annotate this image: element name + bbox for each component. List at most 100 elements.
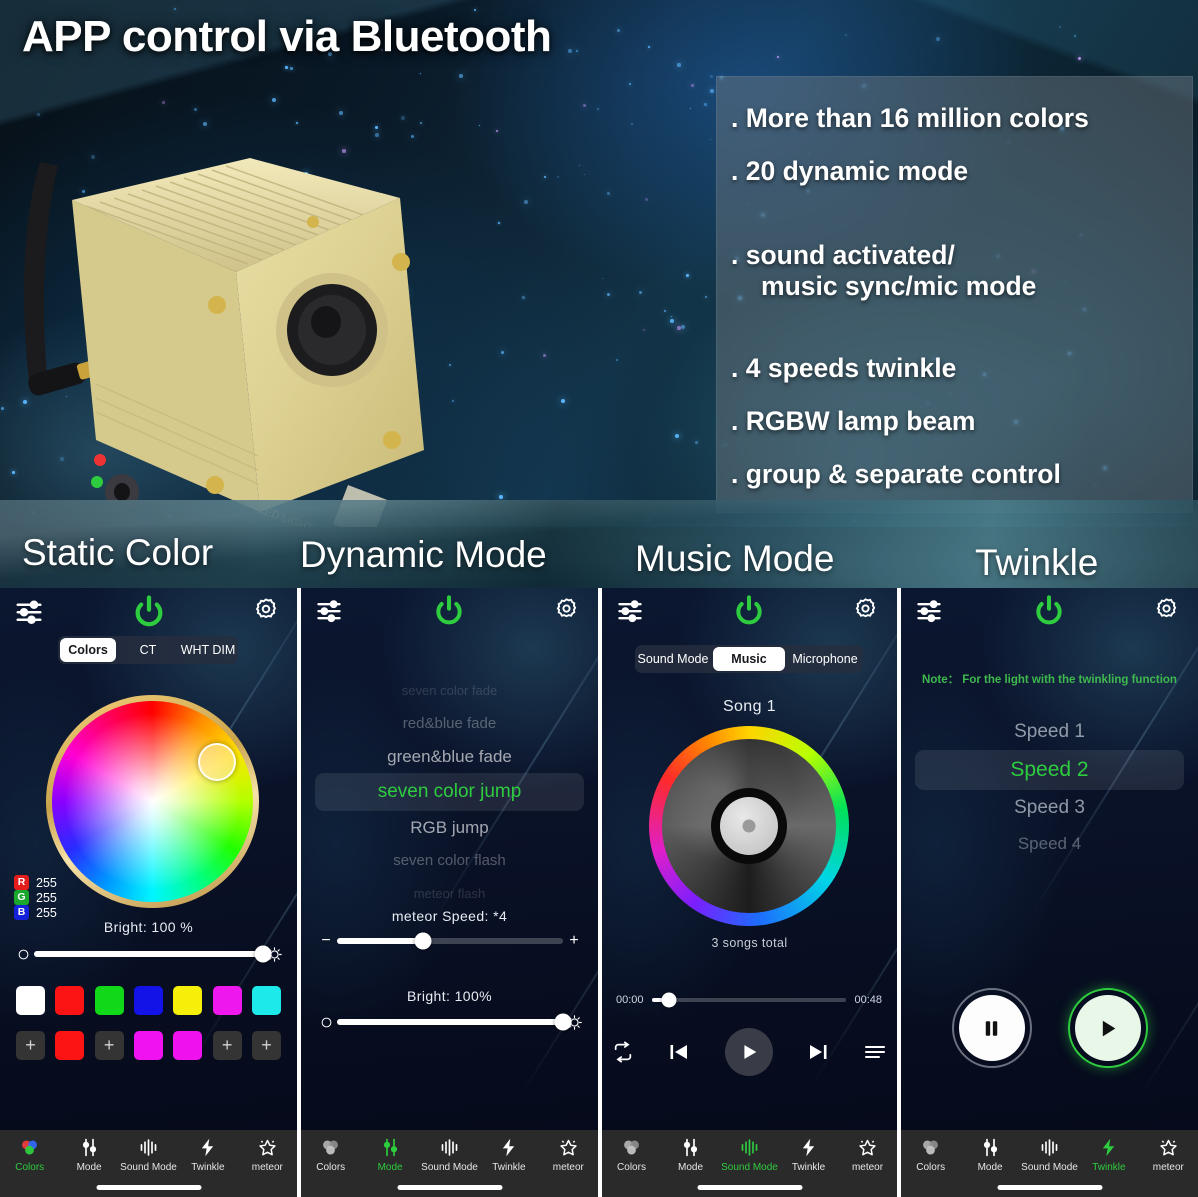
twinkle-speed-item[interactable]: Speed 1 [915, 714, 1184, 750]
minus-icon[interactable]: − [315, 930, 337, 952]
gear-icon[interactable] [1154, 596, 1184, 626]
power-icon[interactable] [132, 594, 166, 628]
nav-item-meteor[interactable]: meteor [1139, 1130, 1198, 1182]
twinkle-speed-item[interactable]: Speed 3 [915, 790, 1184, 826]
playback-progress[interactable]: 00:00 00:48 [616, 994, 882, 1006]
nav-item-mode[interactable]: Mode [59, 1130, 118, 1182]
nav-item-twinkle[interactable]: Twinkle [479, 1130, 538, 1182]
brightness-slider[interactable] [315, 1011, 585, 1033]
color-wheel-gradient[interactable] [52, 701, 253, 902]
dynamic-mode-item[interactable]: meteor flash [315, 877, 584, 910]
nav-item-mode[interactable]: Mode [960, 1130, 1019, 1182]
color-swatch[interactable] [173, 1031, 202, 1060]
bottom-nav-bar[interactable]: Colors Mode Sound Mode Twinkle meteor [602, 1130, 897, 1197]
tab-wht-dim[interactable]: WHT DIM [180, 638, 236, 662]
twinkle-speed-list[interactable]: Speed 1 Speed 2 Speed 3 Speed 4 [915, 714, 1184, 862]
nav-item-colors[interactable]: Colors [0, 1130, 59, 1182]
color-swatch[interactable] [173, 986, 202, 1015]
add-color-button[interactable]: + [213, 1031, 242, 1060]
gear-icon[interactable] [554, 596, 584, 626]
play-button[interactable] [725, 1028, 773, 1076]
bottom-nav-bar[interactable]: Colors Mode Sound Mode Twinkle meteor [0, 1130, 297, 1197]
equalizer-icon [739, 1136, 760, 1158]
brightness-track[interactable] [34, 951, 263, 957]
tab-microphone[interactable]: Microphone [789, 647, 861, 671]
power-icon[interactable] [733, 594, 767, 628]
progress-track[interactable] [652, 998, 847, 1002]
tab-ct[interactable]: CT [120, 638, 176, 662]
color-swatch[interactable] [252, 986, 281, 1015]
meteor-speed-slider[interactable]: − + [315, 930, 585, 952]
speed-track[interactable] [337, 938, 563, 944]
playlist-button[interactable] [863, 1040, 887, 1064]
bottom-nav-bar[interactable]: Colors Mode Sound Mode Twinkle meteor [901, 1130, 1198, 1197]
pause-button-face[interactable] [959, 995, 1025, 1061]
dynamic-mode-item[interactable]: green&blue fade [315, 740, 584, 773]
equalizer-settings-icon[interactable] [616, 596, 646, 626]
dynamic-mode-item[interactable]: red&blue fade [315, 707, 584, 740]
nav-item-mode[interactable]: Mode [661, 1130, 720, 1182]
nav-item-meteor[interactable]: meteor [838, 1130, 897, 1182]
power-icon[interactable] [433, 594, 467, 628]
color-wheel[interactable] [46, 695, 259, 908]
preset-colors-row-2[interactable]: + + + + [16, 1031, 281, 1060]
b-chip: B [14, 905, 29, 920]
color-swatch[interactable] [16, 986, 45, 1015]
color-swatch[interactable] [55, 1031, 84, 1060]
tab-sound-mode[interactable]: Sound Mode [637, 647, 709, 671]
dynamic-mode-list[interactable]: seven color fade red&blue fade green&blue … [301, 674, 598, 910]
dynamic-mode-item[interactable]: seven color fade [315, 674, 584, 707]
add-color-button[interactable]: + [95, 1031, 124, 1060]
pause-button[interactable] [952, 988, 1032, 1068]
bottom-nav-bar[interactable]: Colors Mode Sound Mode Twinkle meteor [301, 1130, 598, 1197]
nav-item-meteor[interactable]: meteor [238, 1130, 297, 1182]
nav-item-colors[interactable]: Colors [301, 1130, 360, 1182]
previous-button[interactable] [667, 1040, 691, 1064]
tab-colors[interactable]: Colors [60, 638, 116, 662]
twinkle-playback-buttons[interactable] [901, 988, 1198, 1068]
power-icon[interactable] [1033, 594, 1067, 628]
twinkle-speed-item[interactable]: Speed 4 [915, 826, 1184, 862]
nav-item-mode[interactable]: Mode [360, 1130, 419, 1182]
playback-controls[interactable] [612, 1028, 887, 1076]
tab-music[interactable]: Music [713, 647, 785, 671]
nav-item-sound-mode[interactable]: Sound Mode [1020, 1130, 1079, 1182]
gear-icon[interactable] [853, 596, 883, 626]
preset-colors-row-1[interactable] [16, 986, 281, 1015]
dynamic-mode-item[interactable]: seven color jump [315, 773, 584, 811]
add-color-button[interactable]: + [16, 1031, 45, 1060]
dynamic-mode-item[interactable]: seven color flash [315, 844, 584, 877]
color-wheel-handle[interactable] [198, 743, 236, 781]
equalizer-settings-icon[interactable] [14, 596, 44, 626]
add-color-button[interactable]: + [252, 1031, 281, 1060]
repeat-button[interactable] [612, 1041, 634, 1063]
color-swatch[interactable] [134, 1031, 163, 1060]
music-disc[interactable] [649, 726, 849, 926]
nav-item-meteor[interactable]: meteor [539, 1130, 598, 1182]
plus-icon[interactable]: + [563, 930, 585, 952]
nav-item-sound-mode[interactable]: Sound Mode [720, 1130, 779, 1182]
next-button[interactable] [806, 1040, 830, 1064]
gear-icon[interactable] [253, 596, 283, 626]
color-swatch[interactable] [213, 986, 242, 1015]
nav-item-colors[interactable]: Colors [602, 1130, 661, 1182]
nav-item-twinkle[interactable]: Twinkle [779, 1130, 838, 1182]
sound-source-tabs[interactable]: Sound Mode Music Microphone [635, 645, 863, 673]
brightness-slider[interactable] [12, 943, 285, 965]
color-swatch[interactable] [134, 986, 163, 1015]
play-button-face[interactable] [1075, 995, 1141, 1061]
nav-item-twinkle[interactable]: Twinkle [178, 1130, 237, 1182]
nav-item-sound-mode[interactable]: Sound Mode [119, 1130, 178, 1182]
nav-item-colors[interactable]: Colors [901, 1130, 960, 1182]
equalizer-settings-icon[interactable] [915, 596, 945, 626]
color-mode-tabs[interactable]: Colors CT WHT DIM [58, 636, 238, 664]
equalizer-settings-icon[interactable] [315, 596, 345, 626]
color-swatch[interactable] [95, 986, 124, 1015]
nav-item-twinkle[interactable]: Twinkle [1079, 1130, 1138, 1182]
dynamic-mode-item[interactable]: RGB jump [315, 811, 584, 844]
color-swatch[interactable] [55, 986, 84, 1015]
twinkle-speed-item[interactable]: Speed 2 [915, 750, 1184, 790]
brightness-track[interactable] [337, 1019, 563, 1025]
play-button[interactable] [1068, 988, 1148, 1068]
nav-item-sound-mode[interactable]: Sound Mode [420, 1130, 479, 1182]
